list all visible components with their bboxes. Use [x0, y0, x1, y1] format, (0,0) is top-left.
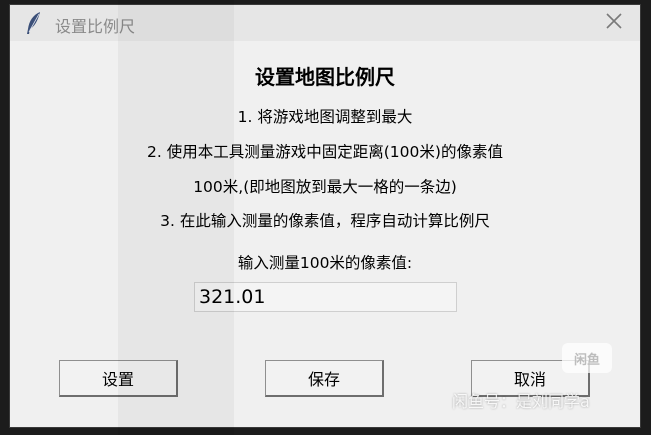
window-title: 设置比例尺 [55, 17, 136, 36]
set-button[interactable]: 设置 [59, 360, 178, 397]
instruction-line: 2. 使用本工具测量游戏中固定距离(100米)的像素值 [147, 143, 503, 161]
watermark-text: 闲鱼号：是刘同学a [452, 392, 590, 411]
dialog-content: 设置地图比例尺 1. 将游戏地图调整到最大 2. 使用本工具测量游戏中固定距离(… [10, 41, 640, 427]
dialog-heading: 设置地图比例尺 [255, 65, 395, 89]
feather-icon [24, 11, 44, 35]
title-bar: 设置比例尺 [10, 5, 640, 41]
close-button[interactable] [598, 7, 630, 39]
set-scale-dialog: 设置比例尺 设置地图比例尺 1. 将游戏地图调整到最大 2. 使用本工具测量游戏… [9, 4, 641, 428]
input-label: 输入测量100米的像素值: [237, 254, 413, 272]
close-icon [605, 12, 623, 34]
watermark-badge: 闲鱼 [562, 343, 612, 373]
instruction-line: 1. 将游戏地图调整到最大 [237, 108, 413, 126]
instruction-line: 100米,(即地图放到最大一格的一条边) [193, 178, 457, 196]
instruction-line: 3. 在此输入测量的像素值，程序自动计算比例尺 [160, 212, 490, 230]
pixel-value-input[interactable] [194, 282, 457, 312]
save-button[interactable]: 保存 [265, 360, 384, 397]
